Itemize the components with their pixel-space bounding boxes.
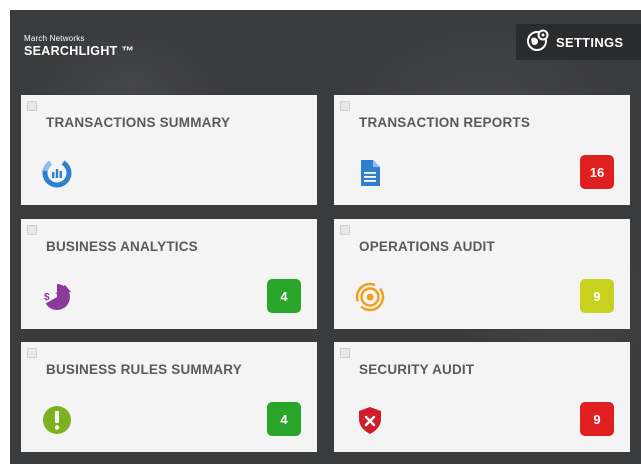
tile-checkbox[interactable] xyxy=(27,348,37,358)
settings-label: SETTINGS xyxy=(556,34,624,50)
notification-count-badge: 9 xyxy=(580,279,614,313)
company-name: March Networks xyxy=(24,34,85,43)
product-name: SEARCHLIGHT ™ xyxy=(24,44,135,58)
notification-count-badge: 4 xyxy=(267,402,301,436)
tile-title: BUSINESS RULES SUMMARY xyxy=(46,362,242,377)
document-icon xyxy=(354,157,386,189)
pie-dollar-icon: $ xyxy=(41,281,73,313)
tile-checkbox[interactable] xyxy=(340,101,350,111)
svg-text:$: $ xyxy=(44,292,50,303)
donut-chart-icon xyxy=(41,157,73,189)
tile-checkbox[interactable] xyxy=(340,348,350,358)
tile-business-analytics[interactable]: BUSINESS ANALYTICS $ 4 xyxy=(21,219,317,329)
tile-title: TRANSACTION REPORTS xyxy=(359,115,531,130)
tile-transaction-reports[interactable]: TRANSACTION REPORTS 16 xyxy=(334,95,630,205)
notification-count-badge: 4 xyxy=(267,279,301,313)
tile-title: BUSINESS ANALYTICS xyxy=(46,239,198,254)
tile-transactions-summary[interactable]: TRANSACTIONS SUMMARY xyxy=(21,95,317,205)
notification-count-badge: 9 xyxy=(580,402,614,436)
globe-gear-icon xyxy=(526,28,550,57)
exclamation-icon xyxy=(41,404,73,436)
tile-checkbox[interactable] xyxy=(27,101,37,111)
brand-logo: March Networks SEARCHLIGHT ™ xyxy=(24,34,134,58)
notification-count-badge: 16 xyxy=(580,155,614,189)
tile-title: SECURITY AUDIT xyxy=(359,362,475,377)
settings-button[interactable]: SETTINGS xyxy=(516,24,641,60)
tile-title: TRANSACTIONS SUMMARY xyxy=(46,115,231,130)
tile-business-rules-summary[interactable]: BUSINESS RULES SUMMARY 4 xyxy=(21,342,317,452)
tile-checkbox[interactable] xyxy=(340,225,350,235)
tile-security-audit[interactable]: SECURITY AUDIT 9 xyxy=(334,342,630,452)
app-window: March Networks SEARCHLIGHT ™ SETTINGS TR… xyxy=(10,10,641,464)
target-radar-icon xyxy=(354,281,386,313)
shield-x-icon xyxy=(354,404,386,436)
tile-operations-audit[interactable]: OPERATIONS AUDIT 9 xyxy=(334,219,630,329)
tile-title: OPERATIONS AUDIT xyxy=(359,239,495,254)
tile-checkbox[interactable] xyxy=(27,225,37,235)
